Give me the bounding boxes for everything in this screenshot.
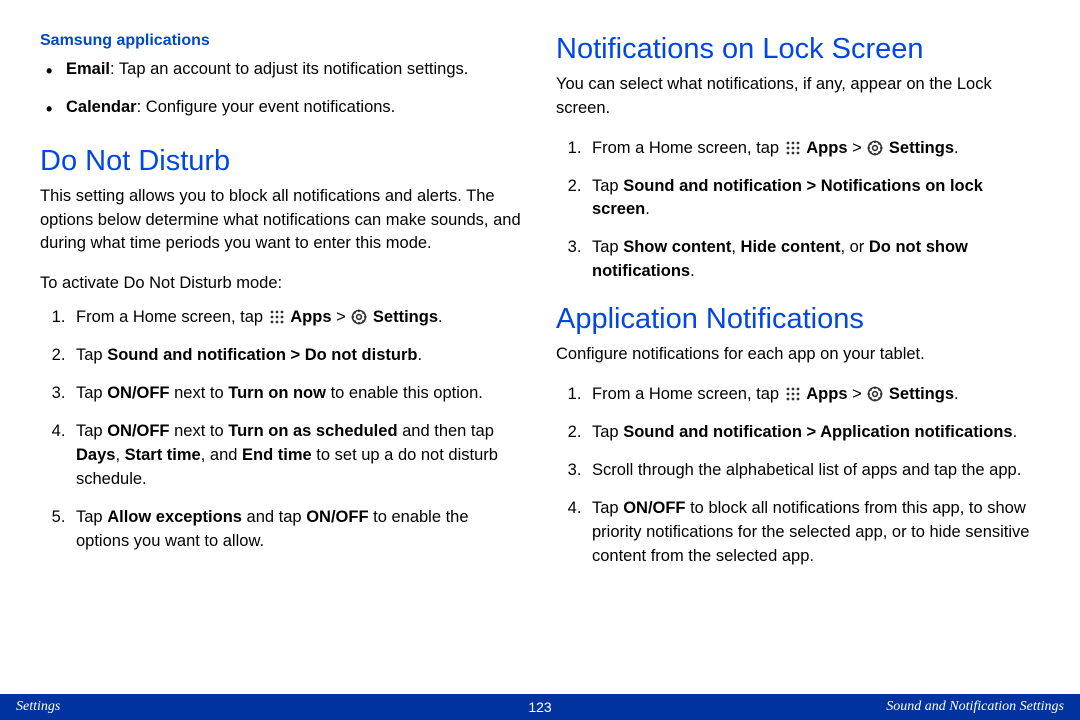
page-number: 123 — [528, 699, 551, 715]
samsung-apps-list: Email: Tap an account to adjust its noti… — [46, 58, 524, 120]
bullet-email: Email: Tap an account to adjust its noti… — [46, 58, 524, 82]
dnd-leadin: To activate Do Not Disturb mode: — [40, 272, 524, 296]
apps-grid-icon — [785, 386, 801, 402]
left-column: Samsung applications Email: Tap an accou… — [40, 32, 524, 680]
apps-grid-icon — [269, 309, 285, 325]
samsung-apps-heading: Samsung applications — [40, 32, 524, 50]
lockscreen-heading: Notifications on Lock Screen — [556, 32, 1040, 67]
appnotif-heading: Application Notifications — [556, 302, 1040, 337]
list-item: Tap Sound and notification > Notificatio… — [586, 175, 1040, 223]
lockscreen-intro: You can select what notifications, if an… — [556, 73, 1040, 121]
list-item: Tap Show content, Hide content, or Do no… — [586, 236, 1040, 284]
settings-gear-icon — [867, 386, 883, 402]
footer-left: Settings — [16, 699, 60, 715]
list-item: From a Home screen, tap Apps > Settings. — [586, 137, 1040, 161]
list-item: Tap ON/OFF next to Turn on as scheduled … — [70, 420, 524, 492]
apps-grid-icon — [785, 140, 801, 156]
list-item: Scroll through the alphabetical list of … — [586, 459, 1040, 483]
lockscreen-steps: From a Home screen, tap Apps > Settings.… — [586, 137, 1040, 285]
list-item: Tap Allow exceptions and tap ON/OFF to e… — [70, 506, 524, 554]
list-item: Tap ON/OFF to block all notifications fr… — [586, 497, 1040, 569]
appnotif-intro: Configure notifications for each app on … — [556, 343, 1040, 367]
page-footer: Settings 123 Sound and Notification Sett… — [0, 694, 1080, 720]
dnd-steps: From a Home screen, tap Apps > Settings.… — [70, 306, 524, 553]
bullet-calendar: Calendar: Configure your event notificat… — [46, 96, 524, 120]
list-item: From a Home screen, tap Apps > Settings. — [586, 383, 1040, 407]
right-column: Notifications on Lock Screen You can sel… — [556, 32, 1040, 680]
dnd-intro: This setting allows you to block all not… — [40, 185, 524, 257]
list-item: Tap ON/OFF next to Turn on now to enable… — [70, 382, 524, 406]
settings-gear-icon — [867, 140, 883, 156]
footer-right: Sound and Notification Settings — [886, 699, 1064, 715]
list-item: Tap Sound and notification > Application… — [586, 421, 1040, 445]
dnd-heading: Do Not Disturb — [40, 144, 524, 179]
list-item: From a Home screen, tap Apps > Settings. — [70, 306, 524, 330]
list-item: Tap Sound and notification > Do not dist… — [70, 344, 524, 368]
appnotif-steps: From a Home screen, tap Apps > Settings.… — [586, 383, 1040, 569]
settings-gear-icon — [351, 309, 367, 325]
